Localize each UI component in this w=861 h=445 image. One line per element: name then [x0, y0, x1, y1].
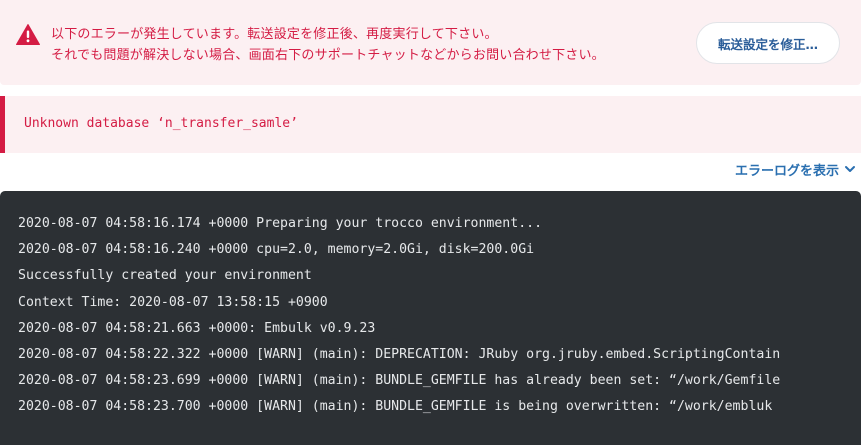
log-line: 2020-08-07 04:58:21.663 +0000: Embulk v0… — [18, 320, 376, 336]
log-lines: 2020-08-07 04:58:16.174 +0000 Preparing … — [18, 211, 780, 421]
log-line: 2020-08-07 04:58:16.174 +0000 Preparing … — [18, 216, 543, 231]
log-line: Context Time: 2020-08-07 13:58:15 +0900 — [18, 294, 328, 310]
log-line: Successfully created your environment — [18, 268, 312, 284]
log-console[interactable]: 2020-08-07 04:58:16.174 +0000 Preparing … — [0, 191, 861, 445]
alert-message-line: それでも問題が解決しない場合、画面右下のサポートチャットなどからお問い合わせ下さ… — [51, 48, 605, 63]
alert-message-line: 以下のエラーが発生しています。転送設定を修正後、再度実行して下さい。 — [51, 27, 498, 42]
show-error-log-toggle[interactable]: エラーログを表示 — [735, 158, 857, 180]
warning-triangle-icon — [16, 24, 40, 45]
show-error-log-label: エラーログを表示 — [734, 163, 839, 179]
error-message-text: Unknown database ‘n_transfer_samle’ — [24, 116, 298, 131]
error-message-box: Unknown database ‘n_transfer_samle’ — [0, 96, 861, 153]
alert-message: 以下のエラーが発生しています。転送設定を修正後、再度実行して下さい。 それでも問… — [51, 24, 605, 66]
log-line: 2020-08-07 04:58:23.699 +0000 [WARN] (ma… — [18, 373, 781, 389]
log-line: 2020-08-07 04:58:22.322 +0000 [WARN] (ma… — [18, 347, 781, 363]
chevron-down-icon — [845, 166, 855, 172]
log-line: 2020-08-07 04:58:16.240 +0000 cpu=2.0, m… — [18, 242, 535, 258]
error-alert-banner: 以下のエラーが発生しています。転送設定を修正後、再度実行して下さい。 それでも問… — [0, 0, 861, 85]
job-error-page: 以下のエラーが発生しています。転送設定を修正後、再度実行して下さい。 それでも問… — [0, 0, 861, 445]
log-line: 2020-08-07 04:58:23.700 +0000 [WARN] (ma… — [18, 399, 773, 415]
fix-transfer-settings-button[interactable]: 転送設定を修正… — [696, 22, 840, 64]
